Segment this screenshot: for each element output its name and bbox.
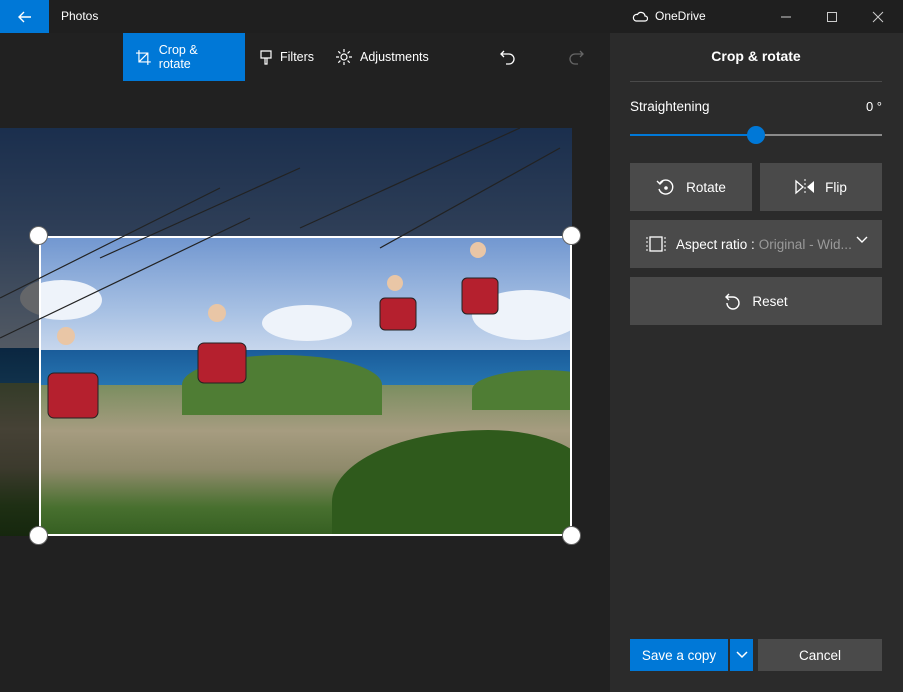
back-button[interactable] xyxy=(0,0,49,33)
zipline-riders xyxy=(0,128,561,419)
edit-toolbar: Crop & rotate Filters Adjustments xyxy=(0,33,610,81)
brush-icon xyxy=(260,49,272,65)
chevron-down-icon xyxy=(856,236,868,243)
sun-icon xyxy=(336,49,352,65)
maximize-icon xyxy=(827,11,837,22)
crop-handle-top-left[interactable] xyxy=(29,226,48,245)
onedrive-label: OneDrive xyxy=(655,9,706,23)
straightening-label: Straightening xyxy=(630,99,710,114)
redo-button[interactable] xyxy=(558,37,594,77)
tab-crop-rotate-label: Crop & rotate xyxy=(158,43,198,71)
cloud-icon xyxy=(632,11,648,22)
title-bar: Photos OneDrive xyxy=(0,0,903,33)
tab-crop-rotate[interactable]: Crop & rotate xyxy=(123,33,245,81)
aspect-ratio-dropdown[interactable]: Aspect ratio : Original - Wid... xyxy=(630,220,882,268)
reset-icon xyxy=(725,293,741,310)
close-icon xyxy=(872,11,884,22)
crop-rotate-panel: Crop & rotate Straightening 0 ° Rotate F… xyxy=(610,33,903,692)
minimize-button[interactable] xyxy=(763,0,809,33)
panel-title: Crop & rotate xyxy=(711,48,801,64)
undo-icon xyxy=(500,50,515,65)
maximize-button[interactable] xyxy=(809,0,855,33)
reset-label: Reset xyxy=(752,293,788,309)
tab-filters-label: Filters xyxy=(280,50,315,64)
save-options-button[interactable] xyxy=(730,639,753,671)
straightening-value: 0 ° xyxy=(865,99,882,114)
crop-handle-bottom-left[interactable] xyxy=(29,526,48,545)
tab-adjustments[interactable]: Adjustments xyxy=(323,33,442,81)
tab-adjustments-label: Adjustments xyxy=(360,50,429,64)
panel-divider xyxy=(630,81,882,82)
straightening-slider-fill xyxy=(630,134,756,136)
save-copy-button[interactable]: Save a copy xyxy=(630,639,728,671)
minimize-icon xyxy=(781,16,791,17)
tab-filters[interactable]: Filters xyxy=(247,33,327,81)
undo-button[interactable] xyxy=(490,37,526,77)
crop-handle-top-right[interactable] xyxy=(562,226,581,245)
flip-icon xyxy=(795,179,815,195)
cancel-button[interactable]: Cancel xyxy=(758,639,882,671)
reset-button[interactable]: Reset xyxy=(630,277,882,325)
rotate-label: Rotate xyxy=(686,179,726,195)
onedrive-button[interactable]: OneDrive xyxy=(632,9,706,23)
crop-icon xyxy=(136,49,151,65)
redo-icon xyxy=(569,50,584,65)
chevron-down-icon xyxy=(735,651,748,659)
close-button[interactable] xyxy=(855,0,901,33)
flip-button[interactable]: Flip xyxy=(760,163,882,211)
rotate-button[interactable]: Rotate xyxy=(630,163,752,211)
crop-handle-bottom-right[interactable] xyxy=(562,526,581,545)
straightening-slider[interactable] xyxy=(630,126,882,144)
straightening-slider-thumb[interactable] xyxy=(747,126,765,144)
aspect-ratio-label: Aspect ratio : xyxy=(676,236,755,252)
aspect-ratio-value: Original - Wid... xyxy=(758,236,852,252)
back-arrow-icon xyxy=(17,11,31,22)
aspect-ratio-icon xyxy=(646,236,666,252)
app-title: Photos xyxy=(61,9,99,23)
rotate-icon xyxy=(656,179,674,195)
flip-label: Flip xyxy=(825,179,847,195)
